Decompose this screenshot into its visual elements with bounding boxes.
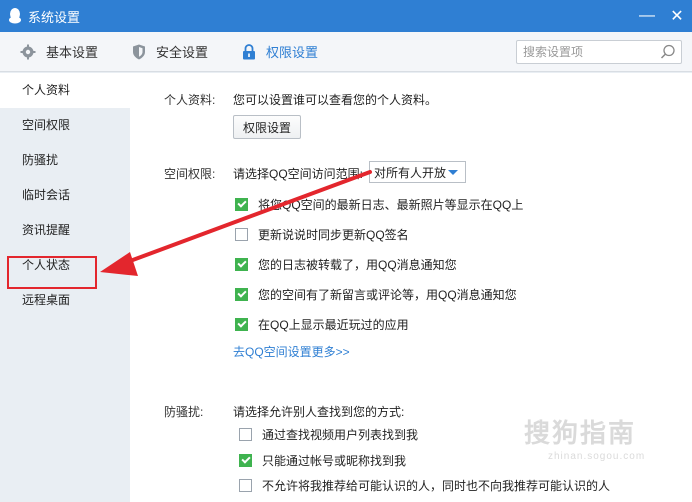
space-access-dropdown-value: 对所有人开放 <box>374 165 447 180</box>
space-access-dropdown[interactable]: 对所有人开放 <box>369 161 466 183</box>
annotation-highlight-box <box>7 256 97 289</box>
option-label: 在QQ上显示最近玩过的应用 <box>258 318 409 332</box>
tab-basic-settings[interactable]: 基本设置 <box>20 32 98 72</box>
profile-section-label: 个人资料: <box>164 93 216 107</box>
space-access-prompt: 请选择QQ空间访问范围: <box>233 167 364 181</box>
search-box <box>516 40 682 64</box>
watermark-text: 搜狗指南 <box>524 418 637 448</box>
watermark-url: zhinan.sogou.com <box>548 451 646 462</box>
dropdown-arrow-icon <box>448 170 458 175</box>
checkbox-unchecked[interactable] <box>239 428 252 441</box>
qq-penguin-icon <box>9 8 21 24</box>
space-option-sync-signature[interactable]: 更新说说时同步更新QQ签名 <box>235 226 409 243</box>
permission-settings-button[interactable]: 权限设置 <box>233 115 301 139</box>
space-section-label: 空间权限: <box>164 167 216 181</box>
space-option-comment-notify[interactable]: 您的空间有了新留言或评论等，用QQ消息通知您 <box>235 286 517 303</box>
profile-description: 您可以设置谁可以查看您的个人资料。 <box>233 93 438 107</box>
title-bar: 系统设置 — ✕ <box>0 0 692 32</box>
sidebar-item-space-permission[interactable]: 空间权限 <box>0 108 130 143</box>
qzone-more-settings-link[interactable]: 去QQ空间设置更多>> <box>233 343 350 360</box>
sidebar-item-anti-harassment[interactable]: 防骚扰 <box>0 143 130 178</box>
option-label: 不允许将我推荐给可能认识的人，同时也不向我推荐可能认识的人 <box>262 479 611 493</box>
option-label: 您的日志被转载了，用QQ消息通知您 <box>258 258 457 272</box>
tab-permission-settings-label: 权限设置 <box>266 45 319 60</box>
sidebar-item-news-reminder[interactable]: 资讯提醒 <box>0 213 130 248</box>
tab-security-settings-label: 安全设置 <box>156 45 209 60</box>
checkbox-checked[interactable] <box>235 318 248 331</box>
settings-toolbar: 基本设置 安全设置 权限设置 <box>0 32 692 72</box>
tab-permission-settings[interactable]: 权限设置 <box>242 32 318 72</box>
gear-icon <box>20 44 36 59</box>
minimize-button[interactable]: — <box>632 0 662 32</box>
option-label: 您的空间有了新留言或评论等，用QQ消息通知您 <box>258 288 517 302</box>
space-option-recent-apps[interactable]: 在QQ上显示最近玩过的应用 <box>235 316 409 333</box>
checkbox-checked[interactable] <box>235 258 248 271</box>
checkbox-checked[interactable] <box>239 454 252 467</box>
checkbox-checked[interactable] <box>235 198 248 211</box>
tab-security-settings[interactable]: 安全设置 <box>132 32 208 72</box>
window-title: 系统设置 <box>28 9 81 25</box>
close-button[interactable]: ✕ <box>662 0 692 32</box>
search-input[interactable] <box>523 42 661 62</box>
option-label: 将您QQ空间的最新日志、最新照片等显示在QQ上 <box>258 198 524 212</box>
search-icon[interactable] <box>660 44 676 60</box>
space-option-repost-notify[interactable]: 您的日志被转载了，用QQ消息通知您 <box>235 256 457 273</box>
checkbox-checked[interactable] <box>235 288 248 301</box>
checkbox-unchecked[interactable] <box>239 479 252 492</box>
checkbox-unchecked[interactable] <box>235 228 248 241</box>
option-label: 更新说说时同步更新QQ签名 <box>258 228 409 242</box>
space-option-show-latest[interactable]: 将您QQ空间的最新日志、最新照片等显示在QQ上 <box>235 196 523 213</box>
antispam-prompt: 请选择允许别人查找到您的方式: <box>233 405 405 419</box>
option-label: 通过查找视频用户列表找到我 <box>262 428 419 442</box>
antispam-option-account-only[interactable]: 只能通过帐号或昵称找到我 <box>239 452 406 469</box>
settings-content: 个人资料: 您可以设置谁可以查看您的个人资料。 权限设置 空间权限: 请选择QQ… <box>130 73 692 502</box>
antispam-section-label: 防骚扰: <box>164 405 204 419</box>
antispam-option-video-list[interactable]: 通过查找视频用户列表找到我 <box>239 426 418 443</box>
tab-basic-settings-label: 基本设置 <box>46 45 99 60</box>
antispam-option-no-recommend[interactable]: 不允许将我推荐给可能认识的人，同时也不向我推荐可能认识的人 <box>239 477 610 494</box>
shield-icon <box>133 44 146 59</box>
sidebar-item-temp-chat[interactable]: 临时会话 <box>0 178 130 213</box>
option-label: 只能通过帐号或昵称找到我 <box>262 454 407 468</box>
lock-icon <box>243 43 256 59</box>
sidebar-item-profile[interactable]: 个人资料 <box>0 73 130 108</box>
